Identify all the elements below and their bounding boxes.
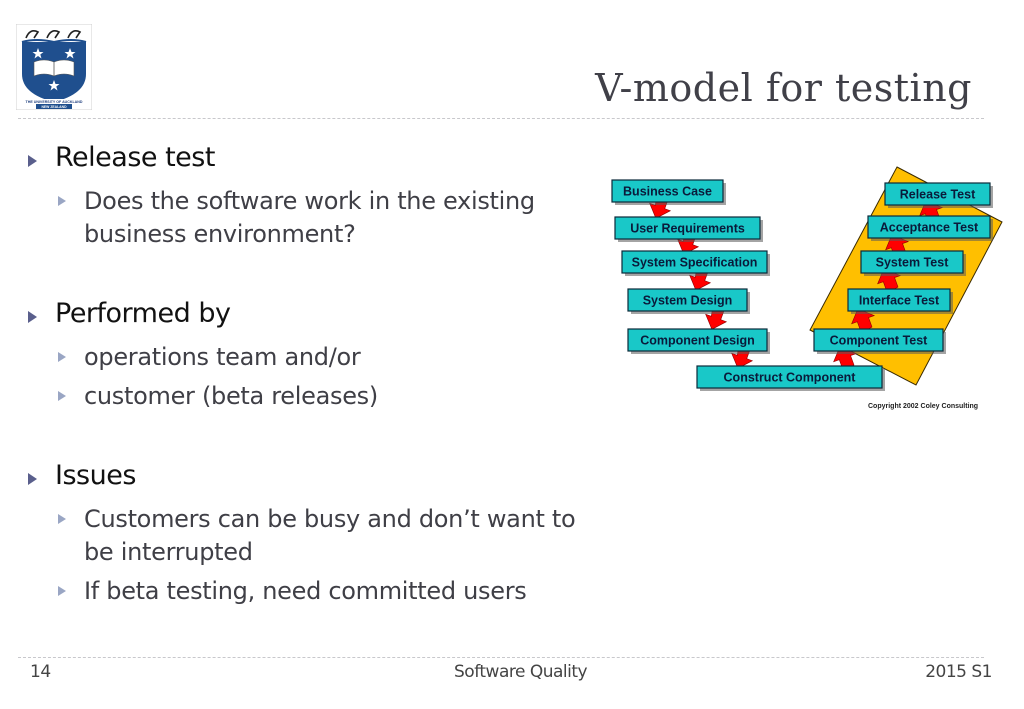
sub-bullet-arrow-icon [58, 586, 66, 596]
university-logo: THE UNIVERSITY OF AUCKLAND NEW ZEALAND [15, 23, 93, 111]
copyright-note: Copyright 2002 Coley Consulting [868, 403, 978, 410]
stage-label: Construct Component [724, 371, 857, 385]
v-model-stage-box: System Design [627, 288, 750, 314]
v-model-stage-box: Business Case [611, 179, 726, 205]
stage-label: Business Case [623, 185, 712, 199]
v-model-stage-box: Component Test [813, 328, 946, 354]
stage-label: Release Test [900, 188, 976, 202]
title-divider [18, 118, 984, 119]
term-label: 2015 S1 [925, 662, 992, 682]
v-model-stage-box: System Specification [621, 250, 770, 276]
v-model-stage-box: Construct Component [696, 365, 885, 391]
sub-bullet-arrow-icon [58, 391, 66, 401]
sub-bullet-text-cont: be interrupted [84, 538, 253, 566]
bullet-heading: Release test [55, 142, 215, 173]
stage-label: Component Design [640, 334, 755, 348]
sub-bullet-arrow-icon [58, 514, 66, 524]
sub-bullet-text: Does the software work in the existing [84, 187, 535, 215]
v-model-stage-box: Component Design [627, 328, 770, 354]
v-model-stage-box: System Test [860, 250, 966, 276]
stage-label: System Design [643, 294, 733, 308]
stage-label: System Test [876, 256, 950, 270]
course-name: Software Quality [454, 662, 588, 682]
sub-bullet-arrow-icon [58, 196, 66, 206]
bullet-heading: Issues [55, 460, 136, 491]
logo-caption-2: NEW ZEALAND [41, 105, 67, 109]
sub-bullet-text-cont: business environment? [84, 220, 356, 248]
stage-label: Acceptance Test [880, 221, 979, 235]
v-model-stage-box: Interface Test [847, 288, 953, 314]
sub-bullet-text: customer (beta releases) [84, 382, 378, 410]
sub-bullet-arrow-icon [58, 352, 66, 362]
bullet-arrow-icon [28, 155, 37, 167]
page-number: 14 [30, 662, 51, 682]
stage-label: Component Test [830, 334, 929, 348]
v-model-stage-box: User Requirements [614, 216, 763, 242]
bullet-arrow-icon [28, 473, 37, 485]
v-model-stage-box: Release Test [884, 182, 993, 208]
bullet-arrow-icon [28, 311, 37, 323]
stage-label: User Requirements [630, 222, 745, 236]
stage-label: System Specification [632, 256, 758, 270]
sub-bullet-text: Customers can be busy and don’t want to [84, 505, 576, 533]
slide-title: V-model for testing [595, 66, 972, 110]
v-model-diagram: Business Case User Requirements System Spe… [600, 160, 1020, 420]
footer-divider [18, 657, 984, 658]
logo-caption-1: THE UNIVERSITY OF AUCKLAND [26, 100, 83, 104]
stage-label: Interface Test [859, 294, 940, 308]
sub-bullet-text: If beta testing, need committed users [84, 577, 527, 605]
bullet-heading: Performed by [55, 298, 231, 329]
v-model-stage-box: Acceptance Test [867, 215, 993, 241]
sub-bullet-text: operations team and/or [84, 343, 361, 371]
